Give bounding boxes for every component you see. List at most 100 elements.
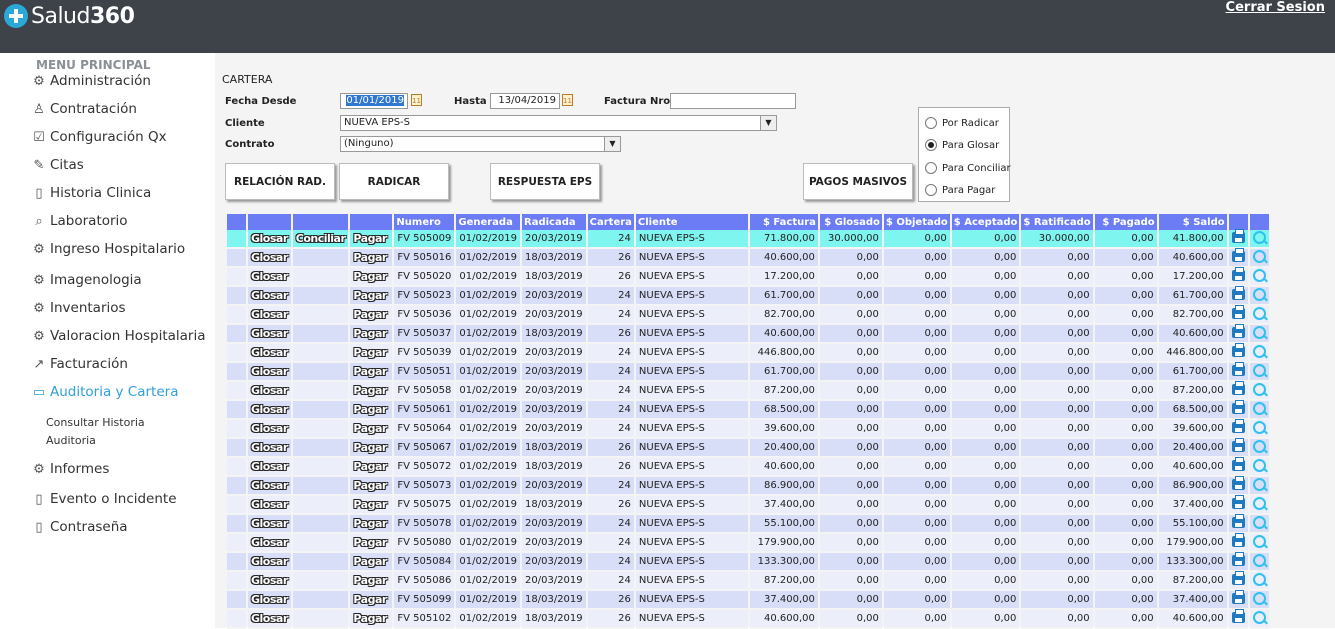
printer-icon[interactable]: [1231, 266, 1245, 281]
search-icon[interactable]: [1252, 439, 1266, 453]
print-cell[interactable]: [1228, 418, 1248, 439]
glosar-button[interactable]: Glosar: [248, 610, 291, 629]
sidebar-item-citas[interactable]: ✎ Citas: [32, 157, 84, 173]
search-icon[interactable]: [1252, 496, 1266, 510]
search-icon[interactable]: [1252, 572, 1266, 586]
table-row[interactable]: Glosar Pagar FV 505078 01/02/2019 20/03/2019…: [227, 513, 1269, 534]
printer-icon[interactable]: [1231, 285, 1245, 300]
print-cell[interactable]: [1228, 228, 1248, 249]
sidebar-item-historia-clinica[interactable]: ▯ Historia Clinica: [32, 185, 151, 201]
sidebar-item-inventarios[interactable]: ⚙ Inventarios: [32, 300, 125, 316]
pagar-button[interactable]: Pagar: [350, 401, 393, 420]
printer-icon[interactable]: [1231, 494, 1245, 509]
print-cell[interactable]: [1228, 380, 1248, 401]
contrato-select[interactable]: (Ninguno) ▼: [340, 136, 621, 152]
sidebar-item-facturaci-n[interactable]: ↗ Facturación: [32, 356, 128, 372]
search-icon[interactable]: [1252, 287, 1266, 301]
respuesta-eps-button[interactable]: RESPUESTA EPS: [490, 163, 600, 200]
pagar-button[interactable]: Pagar: [350, 515, 393, 534]
sidebar-item-administraci-n[interactable]: ⚙ Administración: [32, 73, 151, 89]
radio-dot[interactable]: [925, 139, 937, 151]
table-row[interactable]: Glosar Pagar FV 505036 01/02/2019 20/03/2019…: [227, 304, 1269, 325]
pagar-button[interactable]: Pagar: [350, 344, 393, 363]
print-cell[interactable]: [1228, 532, 1248, 553]
submenu-auditoria[interactable]: Auditoria: [46, 434, 96, 447]
view-cell[interactable]: [1249, 363, 1269, 382]
printer-icon[interactable]: [1231, 589, 1245, 604]
relacion-rad-button[interactable]: RELACIÓN RAD.: [225, 163, 335, 200]
glosar-button[interactable]: Glosar: [248, 534, 291, 553]
sidebar-item-contrase-a[interactable]: ▯ Contraseña: [32, 519, 127, 535]
pagar-button[interactable]: Pagar: [350, 591, 393, 610]
search-icon[interactable]: [1252, 382, 1266, 396]
table-row[interactable]: Glosar Pagar FV 505023 01/02/2019 20/03/2019…: [227, 285, 1269, 306]
printer-icon[interactable]: [1231, 304, 1245, 319]
pagar-button[interactable]: Pagar: [350, 553, 393, 572]
search-icon[interactable]: [1252, 458, 1266, 472]
glosar-button[interactable]: Glosar: [248, 287, 291, 306]
view-cell[interactable]: [1249, 268, 1269, 287]
table-row[interactable]: Glosar Pagar FV 505086 01/02/2019 20/03/2019…: [227, 570, 1269, 591]
printer-icon[interactable]: [1231, 342, 1245, 357]
print-cell[interactable]: [1228, 304, 1248, 325]
search-icon[interactable]: [1252, 420, 1266, 434]
search-icon[interactable]: [1252, 610, 1266, 624]
glosar-button[interactable]: Glosar: [248, 553, 291, 572]
printer-icon[interactable]: [1231, 513, 1245, 528]
sidebar-item-evento-o-incidente[interactable]: ▯ Evento o Incidente: [32, 491, 176, 507]
table-row[interactable]: Glosar Pagar FV 505037 01/02/2019 18/03/2019…: [227, 323, 1269, 344]
fecha-desde-input[interactable]: 01/01/2019: [340, 93, 408, 109]
printer-icon[interactable]: [1231, 570, 1245, 585]
radio-para-pagar[interactable]: Para Pagar: [925, 184, 995, 196]
print-cell[interactable]: [1228, 589, 1248, 610]
view-cell[interactable]: [1249, 401, 1269, 420]
pagos-masivos-button[interactable]: PAGOS MASIVOS: [803, 163, 913, 200]
view-cell[interactable]: [1249, 477, 1269, 496]
pagar-button[interactable]: Pagar: [350, 249, 393, 268]
glosar-button[interactable]: Glosar: [248, 306, 291, 325]
table-row[interactable]: Glosar Pagar FV 505051 01/02/2019 20/03/2019…: [227, 361, 1269, 382]
sidebar-item-ingreso-hospitalario[interactable]: ⚙ Ingreso Hospitalario: [32, 241, 185, 257]
view-cell[interactable]: [1249, 344, 1269, 363]
view-cell[interactable]: [1249, 515, 1269, 534]
search-icon[interactable]: [1252, 325, 1266, 339]
app-logo[interactable]: Salud360: [4, 3, 135, 29]
table-row[interactable]: Glosar Pagar FV 505072 01/02/2019 18/03/2019…: [227, 456, 1269, 477]
view-cell[interactable]: [1249, 420, 1269, 439]
table-row[interactable]: Glosar Pagar FV 505058 01/02/2019 20/03/2019…: [227, 380, 1269, 401]
glosar-button[interactable]: Glosar: [248, 363, 291, 382]
view-cell[interactable]: [1249, 325, 1269, 344]
search-icon[interactable]: [1252, 344, 1266, 358]
view-cell[interactable]: [1249, 534, 1269, 553]
table-row[interactable]: Glosar Pagar FV 505067 01/02/2019 18/03/2019…: [227, 437, 1269, 458]
print-cell[interactable]: [1228, 361, 1248, 382]
sidebar-item-valoracion-hospitalaria[interactable]: ⚙ Valoracion Hospitalaria: [32, 328, 205, 344]
search-icon[interactable]: [1252, 477, 1266, 491]
printer-icon[interactable]: [1231, 475, 1245, 490]
table-row[interactable]: Glosar Pagar FV 505075 01/02/2019 18/03/2019…: [227, 494, 1269, 515]
glosar-button[interactable]: Glosar: [248, 458, 291, 477]
hasta-input[interactable]: 13/04/2019: [490, 93, 560, 109]
cliente-select[interactable]: NUEVA EPS-S ▼: [340, 115, 777, 131]
view-cell[interactable]: [1249, 572, 1269, 591]
logout-link[interactable]: Cerrar Sesion: [1226, 0, 1325, 15]
radio-por-radicar[interactable]: Por Radicar: [925, 117, 999, 129]
print-cell[interactable]: [1228, 608, 1248, 629]
printer-icon[interactable]: [1231, 399, 1245, 414]
pagar-button[interactable]: Pagar: [350, 325, 393, 344]
table-row[interactable]: Glosar Pagar FV 505020 01/02/2019 18/03/2019…: [227, 266, 1269, 287]
radio-para-glosar[interactable]: Para Glosar: [925, 139, 999, 151]
view-cell[interactable]: [1249, 382, 1269, 401]
glosar-button[interactable]: Glosar: [248, 249, 291, 268]
view-cell[interactable]: [1249, 439, 1269, 458]
print-cell[interactable]: [1228, 399, 1248, 420]
printer-icon[interactable]: [1231, 361, 1245, 376]
radio-dot[interactable]: [925, 184, 937, 196]
view-cell[interactable]: [1249, 591, 1269, 610]
table-row[interactable]: Glosar Pagar FV 505084 01/02/2019 20/03/2019…: [227, 551, 1269, 572]
view-cell[interactable]: [1249, 287, 1269, 306]
glosar-button[interactable]: Glosar: [248, 439, 291, 458]
pagar-button[interactable]: Pagar: [350, 477, 393, 496]
chevron-down-icon[interactable]: ▼: [760, 116, 776, 130]
radio-dot[interactable]: [925, 117, 937, 129]
